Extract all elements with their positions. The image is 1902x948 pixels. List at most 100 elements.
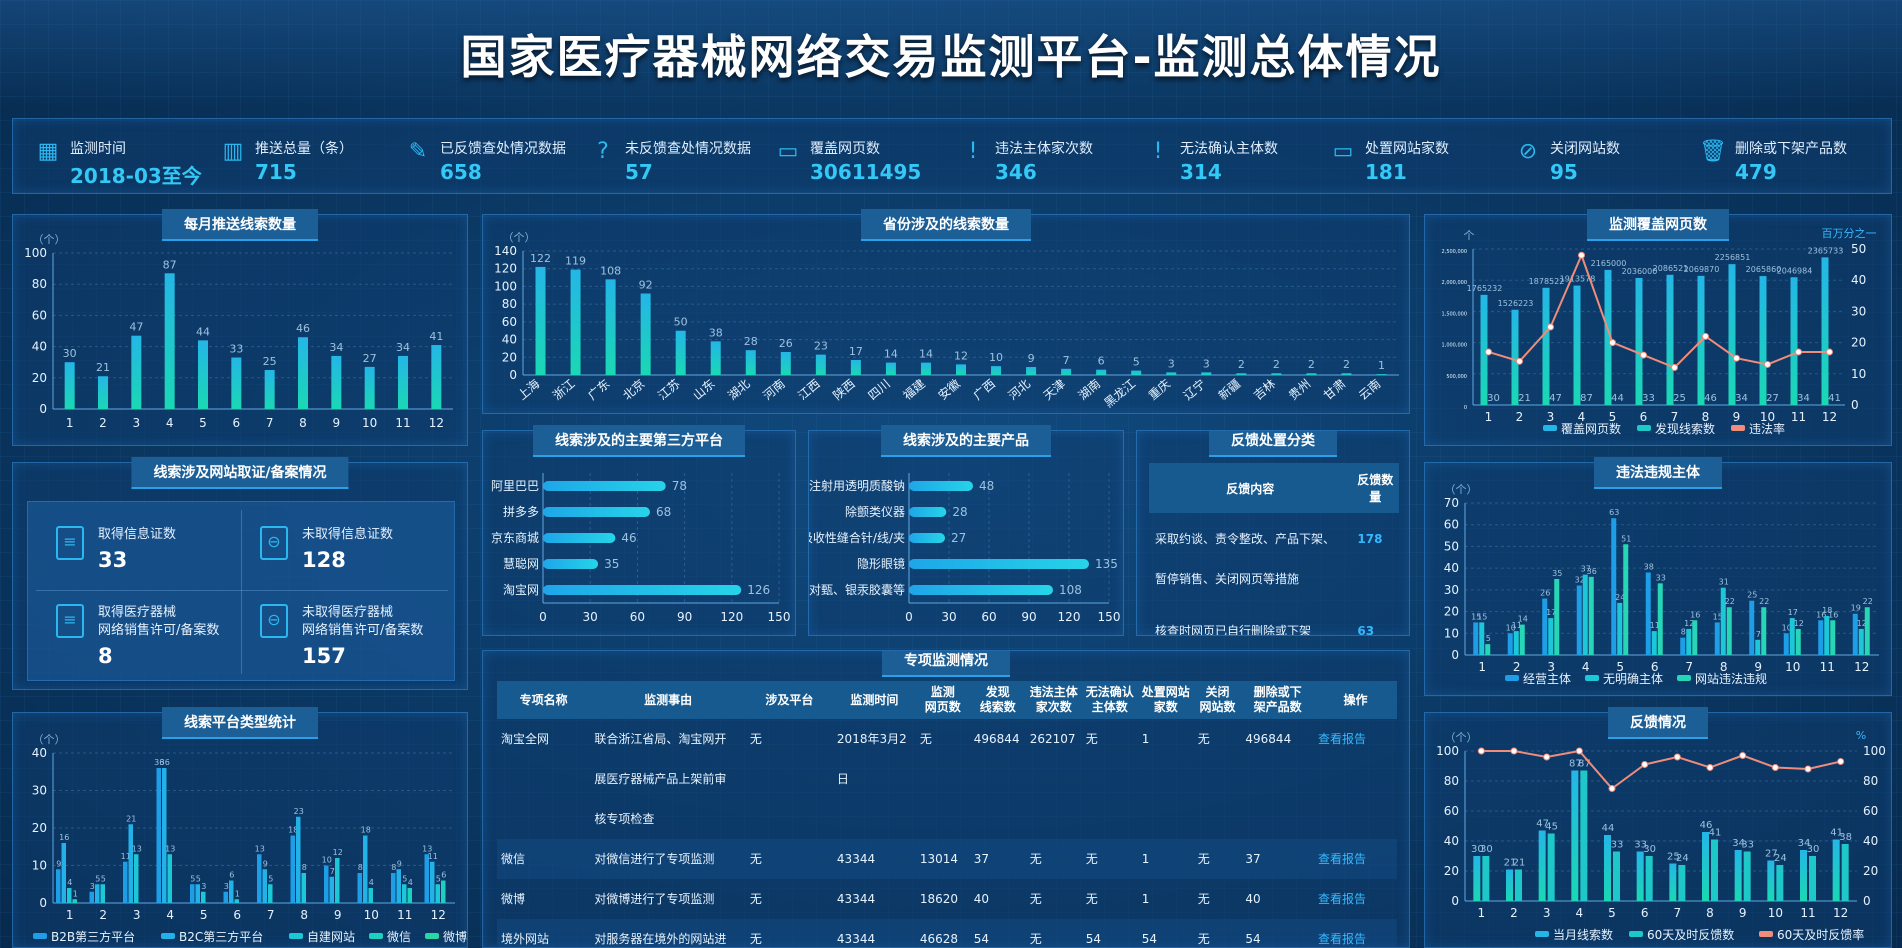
bar [1636, 851, 1644, 901]
panel-title: 省份涉及的线索数量 [861, 209, 1031, 241]
bar [1858, 628, 1864, 655]
calendar-icon: ▦ [37, 139, 59, 164]
x-tick-label: 4 [166, 416, 174, 430]
line-point [1510, 747, 1518, 755]
x-tick-label: 2 [99, 908, 107, 922]
x-tick-label: 河北 [1006, 377, 1033, 403]
data-label: 38 [1644, 562, 1654, 571]
stat-label: 覆盖网页数 [810, 141, 880, 157]
legend-swatch [1505, 675, 1519, 681]
table-cell: 无 [749, 892, 762, 906]
data-label: 34 [329, 341, 343, 354]
bar [1341, 373, 1352, 375]
legend-swatch [1677, 675, 1691, 681]
bar [1692, 620, 1698, 655]
bar [543, 559, 599, 569]
data-label: 24 [1676, 853, 1689, 864]
x-tick-label: 2 [1516, 410, 1524, 424]
x-tick-label: 9 [1733, 410, 1741, 424]
table-header: 无法确认 主体数 [1081, 681, 1138, 719]
stat-item: ? 未反馈查处情况数据 57 [589, 138, 751, 184]
line-point [1771, 764, 1779, 771]
x-tick-label: 12 [1833, 906, 1848, 920]
table-cell: 无 [749, 932, 762, 946]
stat-label: 推送总量（条） [255, 141, 353, 157]
x-tick-label: 陕西 [830, 376, 858, 403]
bar [1830, 620, 1836, 655]
view-report-link[interactable]: 查看报告 [1318, 852, 1366, 866]
data-label: 51 [1621, 534, 1631, 543]
x-tick-label: 北京 [620, 377, 647, 403]
x-tick-label: 广西 [971, 377, 998, 403]
bar [1702, 832, 1709, 901]
data-label: 25 [263, 355, 277, 368]
alert-icon: ! [968, 139, 978, 164]
line-point [1671, 364, 1678, 372]
data-label: 9 [56, 859, 61, 868]
line-point [1826, 348, 1833, 356]
bar [1096, 369, 1107, 375]
bar [543, 533, 616, 543]
view-report-link[interactable]: 查看报告 [1318, 892, 1366, 906]
y2-tick-label: 40 [1863, 834, 1878, 848]
view-report-link[interactable]: 查看报告 [1318, 732, 1366, 746]
x-tick-label: 安徽 [935, 376, 963, 403]
data-label: 11 [428, 852, 438, 861]
bar [1645, 856, 1653, 901]
stat-label: 未反馈查处情况数据 [625, 141, 751, 157]
bar [407, 888, 412, 903]
data-label: 2 [1238, 358, 1245, 371]
panel-title: 每月推送线索数量 [162, 209, 318, 241]
data-label: 15 [1477, 612, 1487, 621]
bar [234, 899, 239, 903]
x-tick-label: 江西 [795, 377, 822, 403]
x-tick-label: 9 [334, 908, 342, 922]
bar [1554, 579, 1560, 655]
x-tick-label: 150 [768, 610, 791, 624]
view-report-link[interactable]: 查看报告 [1318, 932, 1366, 946]
legend-label: 违法率 [1749, 421, 1785, 436]
panel-title: 违法违规主体 [1594, 457, 1722, 489]
bar [1547, 833, 1555, 901]
table-cell: 18620 [919, 892, 959, 906]
table-header: 反馈数量 [1351, 463, 1399, 513]
bar [1306, 373, 1317, 375]
platform-type-chart: 010203040（个）91641135 52112113336361345 535… [32, 733, 467, 944]
table-header: 删除或下 架产品数 [1241, 681, 1314, 719]
document-question-icon: ? [597, 139, 609, 164]
license-no-sale-permit: ⊖ 未取得医疗器械 网络销售许可/备案数 157 [260, 604, 423, 668]
x-tick-label: 4 [1576, 906, 1584, 920]
data-label: 5 [190, 874, 195, 883]
bar [1479, 622, 1485, 655]
bar [1201, 372, 1212, 375]
data-label: 44 [1602, 823, 1615, 834]
bar [909, 507, 947, 517]
table-cell: 54 [973, 932, 990, 946]
legend-label: 经营主体 [1523, 672, 1571, 686]
data-label: 108 [1059, 583, 1082, 597]
monitor-icon: ▭ [1332, 139, 1354, 164]
y-tick-label: 对甄、银汞胶囊等 [809, 582, 905, 597]
panel-license: 线索涉及网站取证/备案情况 ≡ 取得信息证数 33 ⊖ 未取得信息证数 128 ≡ 取得医… [12, 457, 468, 690]
data-label: 30 [1807, 844, 1820, 855]
y2-tick-label: 30 [1851, 304, 1866, 318]
data-label: 16 [59, 833, 69, 842]
y-tick-label: 70 [1444, 496, 1459, 510]
data-label: 33 [1656, 573, 1666, 582]
bar [89, 891, 94, 903]
bar [1515, 869, 1522, 901]
x-tick-label: 浙江 [550, 377, 577, 403]
bar [56, 869, 61, 903]
legend-swatch [161, 933, 175, 939]
x-tick-label: 7 [266, 416, 274, 430]
bar [1511, 309, 1519, 405]
x-tick-label: 11 [1791, 410, 1806, 424]
bar [1582, 574, 1588, 655]
legend-label: 覆盖网页数 [1561, 421, 1621, 436]
bar [1026, 367, 1037, 375]
bar [262, 869, 267, 903]
data-label: 41 [429, 330, 443, 343]
line-point [1547, 323, 1554, 331]
bar [570, 269, 581, 375]
bar [1761, 607, 1767, 655]
